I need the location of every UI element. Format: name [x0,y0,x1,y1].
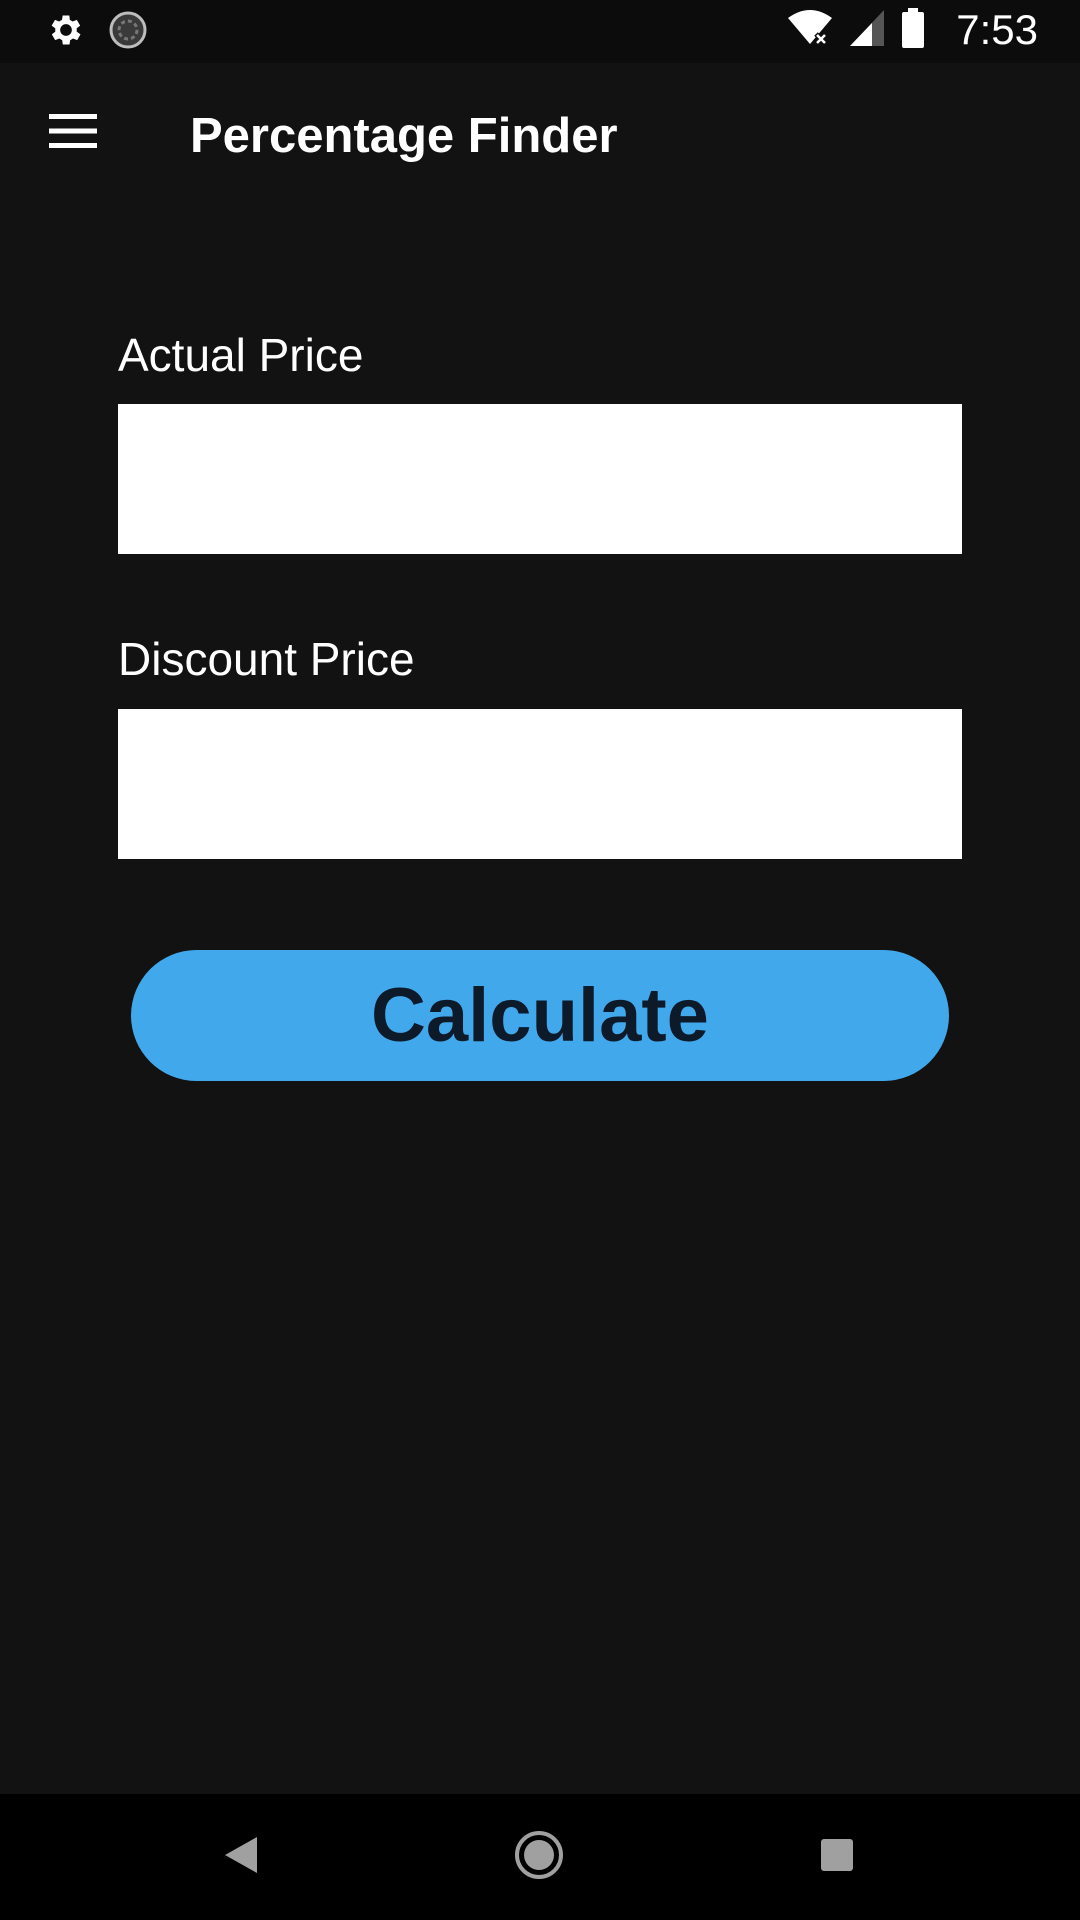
hamburger-menu-icon [49,113,97,154]
battery-icon [900,7,926,54]
signal-icon [848,8,886,53]
actual-price-input[interactable] [118,404,962,554]
recents-button[interactable] [802,1822,872,1892]
status-bar: 7:53 [0,0,1080,63]
status-time: 7:53 [956,6,1038,53]
home-button[interactable] [504,1822,574,1892]
actual-price-label: Actual Price [118,329,364,381]
discount-price-label: Discount Price [118,633,415,685]
menu-button[interactable] [34,103,112,163]
status-left-icons [46,10,148,55]
app-bar: Percentage Finder [0,63,1080,210]
status-right-icons: 7:53 [786,6,1038,54]
app-screen: 7:53 Percentage Finder Actual Price Disc… [0,0,1080,1920]
wifi-off-icon [786,8,834,53]
recents-icon [819,1837,855,1878]
home-icon [513,1829,565,1886]
page-title: Percentage Finder [190,109,618,163]
sync-icon [108,10,148,55]
back-icon [223,1835,259,1880]
calculate-button-label: Calculate [371,973,709,1058]
settings-icon [46,10,86,55]
calculate-button[interactable]: Calculate [131,950,949,1081]
system-nav-bar [0,1794,1080,1920]
discount-price-input[interactable] [118,709,962,859]
back-button[interactable] [206,1822,276,1892]
